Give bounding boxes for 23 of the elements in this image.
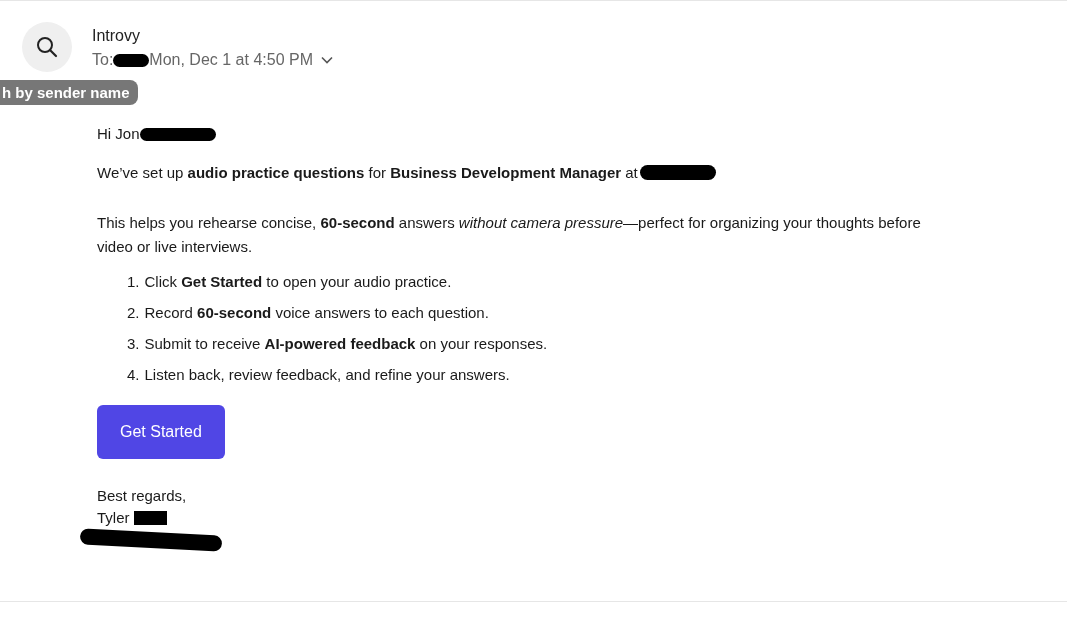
- chevron-down-icon[interactable]: [321, 56, 333, 64]
- signature-name: Tyler: [97, 509, 130, 526]
- paragraph: We’ve set up audio practice questions for Business Development Manager at: [97, 164, 638, 181]
- redaction-mark: [113, 53, 150, 67]
- list-number: 4.: [127, 366, 140, 383]
- to-label: To:: [92, 51, 114, 69]
- get-started-button[interactable]: Get Started: [97, 405, 225, 459]
- list-item-text: Listen back, review feedback, and refine your answers.: [144, 366, 510, 383]
- list-number: 2.: [127, 304, 140, 321]
- list-number: 3.: [127, 335, 140, 352]
- tooltip: h by sender name: [0, 80, 138, 105]
- search-button[interactable]: [22, 22, 72, 72]
- closing: Best regards,: [97, 487, 188, 504]
- list-number: 1.: [127, 273, 140, 290]
- email-date: Mon, Dec 1 at 4:50 PM: [149, 51, 313, 69]
- greeting: Hi Jon: [97, 125, 140, 142]
- list-item-text: Click Get Started to open your audio practice.: [144, 273, 452, 290]
- list-item-text: Record 60-second voice answers to each question.: [144, 304, 489, 321]
- list-item-text: Submit to receive AI-powered feedback on your responses.: [144, 335, 548, 352]
- sender-name: Introvy: [92, 27, 141, 45]
- search-icon: [35, 35, 59, 59]
- redaction-mark: [133, 510, 167, 525]
- paragraph: This helps you rehearse concise, 60-second answers without camera pressure—perfect for organizing your thoughts before video or live interviews.: [97, 213, 922, 257]
